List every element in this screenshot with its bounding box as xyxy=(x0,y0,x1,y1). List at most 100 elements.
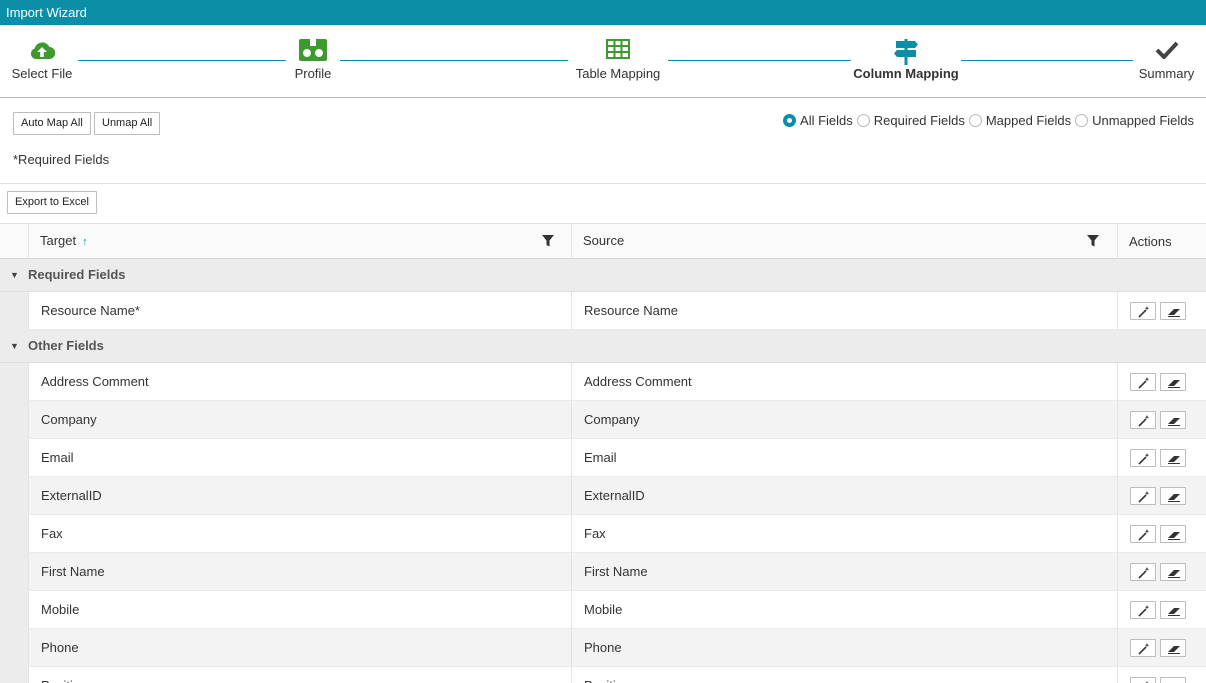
export-to-excel-button[interactable]: Export to Excel xyxy=(7,191,97,214)
step-label: Select File xyxy=(11,66,73,81)
auto-map-row-button[interactable] xyxy=(1130,601,1156,619)
group-row-required-fields[interactable]: ▼ Required Fields xyxy=(0,259,1206,292)
filter-unmapped-fields[interactable]: Unmapped Fields xyxy=(1075,113,1194,128)
auto-map-row-button[interactable] xyxy=(1130,639,1156,657)
signpost-icon xyxy=(851,37,961,65)
step-table-mapping[interactable]: Table Mapping xyxy=(568,37,668,85)
table-row[interactable]: ExternalID ExternalID xyxy=(28,477,1206,515)
auto-map-row-button[interactable] xyxy=(1130,373,1156,391)
step-profile[interactable]: Profile xyxy=(286,37,340,85)
unmap-row-button[interactable] xyxy=(1160,302,1186,320)
eraser-icon xyxy=(1168,380,1180,388)
step-column-mapping[interactable]: Column Mapping xyxy=(851,37,961,85)
step-connector xyxy=(340,60,568,61)
auto-map-row-button[interactable] xyxy=(1130,302,1156,320)
unmap-row-button[interactable] xyxy=(1160,411,1186,429)
auto-map-row-button[interactable] xyxy=(1130,677,1156,683)
actions-cell xyxy=(1117,477,1206,514)
unmap-row-button[interactable] xyxy=(1160,487,1186,505)
source-cell[interactable]: ExternalID xyxy=(571,477,1117,514)
auto-map-all-button[interactable]: Auto Map All xyxy=(13,112,91,135)
target-cell: First Name xyxy=(28,553,571,590)
filter-all-fields[interactable]: All Fields xyxy=(783,113,853,128)
target-cell: Position xyxy=(28,667,571,683)
target-cell: Company xyxy=(28,401,571,438)
target-cell: Mobile xyxy=(28,591,571,628)
actions-cell xyxy=(1117,553,1206,590)
table-row[interactable]: Mobile Mobile xyxy=(28,591,1206,629)
grid-header: Target ↑ Source Actions xyxy=(0,223,1206,259)
filter-funnel-icon[interactable] xyxy=(542,235,554,247)
column-header-target[interactable]: Target ↑ xyxy=(28,224,571,259)
collapse-caret-icon[interactable]: ▼ xyxy=(10,341,19,351)
actions-cell xyxy=(1117,629,1206,666)
source-cell[interactable]: First Name xyxy=(571,553,1117,590)
step-label: Column Mapping xyxy=(853,66,959,81)
required-fields-note: *Required Fields xyxy=(13,152,110,167)
divider xyxy=(0,183,1206,184)
unmap-row-button[interactable] xyxy=(1160,449,1186,467)
step-summary[interactable]: Summary xyxy=(1133,37,1200,85)
filter-mapped-fields[interactable]: Mapped Fields xyxy=(968,113,1071,128)
cloud-upload-icon xyxy=(6,37,78,63)
actions-cell xyxy=(1117,591,1206,628)
column-header-source[interactable]: Source xyxy=(571,224,1117,259)
magic-wand-icon xyxy=(1138,377,1150,389)
eraser-icon xyxy=(1168,418,1180,426)
unmap-row-button[interactable] xyxy=(1160,525,1186,543)
target-cell: Email xyxy=(28,439,571,476)
source-cell[interactable]: Phone xyxy=(571,629,1117,666)
actions-cell xyxy=(1117,439,1206,476)
table-row[interactable]: Email Email xyxy=(28,439,1206,477)
source-cell[interactable]: Position xyxy=(571,667,1117,683)
unmap-row-button[interactable] xyxy=(1160,639,1186,657)
auto-map-row-button[interactable] xyxy=(1130,411,1156,429)
target-cell: Resource Name* xyxy=(28,292,571,329)
unmap-row-button[interactable] xyxy=(1160,373,1186,391)
profile-icon xyxy=(286,37,340,63)
step-connector xyxy=(78,60,286,61)
group-row-other-fields[interactable]: ▼ Other Fields xyxy=(0,330,1206,363)
actions-cell xyxy=(1117,401,1206,438)
radio-button[interactable] xyxy=(856,113,870,127)
table-row[interactable]: Resource Name* Resource Name xyxy=(28,292,1206,330)
auto-map-row-button[interactable] xyxy=(1130,487,1156,505)
source-cell[interactable]: Mobile xyxy=(571,591,1117,628)
checkmark-icon xyxy=(1133,37,1200,63)
auto-map-row-button[interactable] xyxy=(1130,563,1156,581)
table-row[interactable]: PositionPosition xyxy=(28,667,1206,683)
column-header-actions: Actions xyxy=(1117,224,1206,259)
filter-required-fields[interactable]: Required Fields xyxy=(856,113,965,128)
magic-wand-icon xyxy=(1138,643,1150,655)
auto-map-row-button[interactable] xyxy=(1130,449,1156,467)
source-cell[interactable]: Fax xyxy=(571,515,1117,552)
source-cell[interactable]: Resource Name xyxy=(571,292,1117,329)
table-row[interactable]: Company Company xyxy=(28,401,1206,439)
magic-wand-icon xyxy=(1138,306,1150,318)
auto-map-row-button[interactable] xyxy=(1130,525,1156,543)
step-connector xyxy=(668,60,851,61)
table-row[interactable]: Fax Fax xyxy=(28,515,1206,553)
mapping-grid: Target ↑ Source Actions ▼ Required Fields… xyxy=(0,223,1206,683)
eraser-icon xyxy=(1168,570,1180,578)
radio-button[interactable] xyxy=(1075,113,1089,127)
unmap-all-button[interactable]: Unmap All xyxy=(94,112,161,135)
actions-cell xyxy=(1117,515,1206,552)
unmap-row-button[interactable] xyxy=(1160,563,1186,581)
table-row[interactable]: First Name First Name xyxy=(28,553,1206,591)
collapse-caret-icon[interactable]: ▼ xyxy=(10,270,19,280)
target-cell: Address Comment xyxy=(28,363,571,400)
magic-wand-icon xyxy=(1138,491,1150,503)
filter-funnel-icon[interactable] xyxy=(1087,235,1099,247)
table-row[interactable]: Phone Phone xyxy=(28,629,1206,667)
source-cell[interactable]: Company xyxy=(571,401,1117,438)
source-cell[interactable]: Address Comment xyxy=(571,363,1117,400)
radio-button[interactable] xyxy=(783,113,797,127)
radio-button[interactable] xyxy=(968,113,982,127)
table-row[interactable]: Address Comment Address Comment xyxy=(28,363,1206,401)
target-cell: Phone xyxy=(28,629,571,666)
unmap-row-button[interactable] xyxy=(1160,601,1186,619)
source-cell[interactable]: Email xyxy=(571,439,1117,476)
step-select-file[interactable]: Select File xyxy=(6,37,78,85)
unmap-row-button[interactable] xyxy=(1160,677,1186,683)
